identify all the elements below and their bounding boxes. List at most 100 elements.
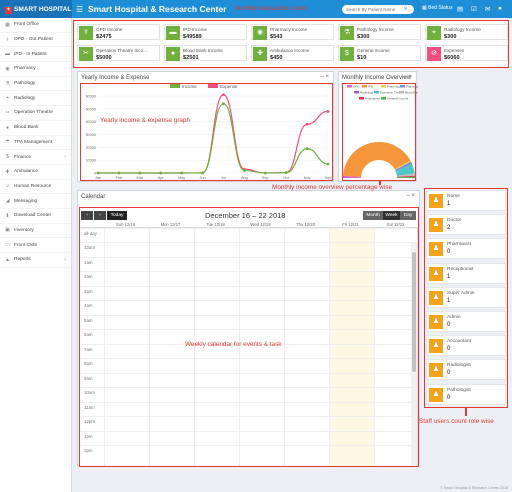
sidebar-item[interactable]: ☂ TPA Management (0, 136, 71, 151)
legend-swatch (374, 91, 379, 94)
income-card[interactable]: ⊘ Expenses $6060 (425, 45, 508, 61)
staff-role: Pharmacist (447, 242, 471, 248)
sidebar-item[interactable]: ✂ Operation Theatre (0, 106, 71, 121)
calendar-time-slot[interactable]: 4am (80, 300, 417, 315)
scrollbar-thumb[interactable] (412, 252, 416, 372)
legend-label: OPD (353, 84, 360, 88)
income-card[interactable]: ● Blood Bank Income $2501 (164, 45, 247, 61)
yearly-panel-tools[interactable]: – × (320, 74, 329, 80)
income-label: Expenses (444, 48, 465, 53)
sidebar-item-label: Operation Theatre (14, 110, 53, 116)
ambulance-icon: ✚ (5, 168, 10, 175)
calendar-prev-button[interactable]: ‹ (81, 211, 93, 220)
staff-role-card[interactable]: ♟ Radiologist 0 (426, 359, 506, 381)
data-point (159, 171, 163, 175)
monthly-panel-tools[interactable]: – × (403, 74, 412, 80)
calendar-time-slot[interactable]: 2am (80, 271, 417, 286)
calendar-time-slot[interactable]: 12am (80, 242, 417, 257)
y-tick-label: 20000 (85, 146, 96, 150)
income-card[interactable]: ✚ Ambulance Income $450 (251, 45, 334, 61)
sidebar-item[interactable]: ☺ Human Resource (0, 180, 71, 195)
calendar-time-slot[interactable]: 3am (80, 285, 417, 301)
income-card[interactable]: ⚗ Pathology Income $300 (338, 24, 421, 40)
sidebar-item[interactable]: ▲ Reports ‹ (0, 253, 71, 268)
yearly-line-chart: Income Expense 0 10000 20000 30000 40000 50000 6… (85, 84, 331, 180)
sidebar-item-label: Messaging (14, 198, 38, 204)
data-point (117, 171, 121, 175)
staff-role-card[interactable]: ♟ Doctor 2 (426, 214, 506, 236)
annotation-calendar: Weekly calendar for events & task (185, 341, 282, 348)
sidebar-item[interactable]: ◉ Pharmacy (0, 62, 71, 77)
staff-role-card[interactable]: ♟ Super Admin 1 (426, 286, 506, 308)
staff-role-card[interactable]: ♟ Pharmacist 0 (426, 238, 506, 260)
sidebar-item-label: Pharmacy (14, 66, 36, 72)
sidebar-item[interactable]: ▣ Inventory (0, 224, 71, 239)
calendar-time-slot[interactable]: 9am (80, 372, 417, 388)
income-card[interactable]: ◉ Pharmacy Income $543 (251, 24, 334, 40)
sidebar-item[interactable]: ▬ IPD - In Patient (0, 47, 71, 63)
calendar-time-slot[interactable]: 5am (80, 314, 417, 330)
sidebar-item[interactable]: ⚕ OPD - Out Patient (0, 33, 71, 48)
income-card[interactable]: ▬ IPD Income $49589 (164, 24, 247, 40)
staff-role: Super Admin (447, 290, 475, 296)
annotation-arrow-staff (465, 408, 467, 416)
calendar-time-slot[interactable]: 10am (80, 387, 417, 402)
data-point (96, 171, 100, 175)
calendar-time-slot[interactable]: 8am (80, 358, 417, 373)
sidebar-item[interactable]: ◢ Messaging (0, 194, 71, 209)
income-card[interactable]: ✂ Operation Theatre Inco... $5000 (77, 45, 160, 61)
time-label: 1pm (84, 433, 93, 439)
income-card[interactable]: $ General Income $10 (338, 45, 421, 61)
calendar-time-slot[interactable]: 12pm (80, 416, 417, 431)
income-card[interactable]: ⌖ Radiology Income $300 (425, 24, 508, 40)
staff-role-card[interactable]: ♟ Admin 0 (426, 311, 506, 332)
legend-swatch (381, 97, 386, 100)
calendar-view-week[interactable]: Week (383, 211, 400, 220)
calendar-next-button[interactable]: › (94, 211, 106, 220)
calendar-view-month[interactable]: Month (363, 211, 383, 220)
menu-toggle-icon[interactable]: ☰ (76, 5, 83, 14)
flask-icon: ⚗ (5, 80, 10, 87)
calendar-today-button[interactable]: Today (107, 211, 127, 220)
data-point (222, 93, 225, 97)
staff-role-card[interactable]: ♟ Nurse 1 (426, 190, 506, 211)
sidebar-item[interactable]: ⚗ Pathology (0, 77, 71, 92)
all-day-row[interactable]: all-day (80, 228, 417, 241)
legend-label: General Income (387, 96, 409, 100)
sidebar-item[interactable]: ▦ Front Office (0, 18, 71, 33)
calendar-time-slot[interactable]: 1am (80, 256, 417, 272)
droplet-icon: ● (166, 47, 180, 61)
data-point (305, 147, 309, 151)
staff-role-card[interactable]: ♟ Accountant 0 (426, 335, 506, 357)
staff-role-card[interactable]: ♟ Receptionist 1 (426, 262, 506, 284)
users-icon: ☺ (4, 183, 11, 190)
bed-status-button[interactable]: ▦ Bed Status (422, 5, 453, 11)
user-icon: ♟ (429, 266, 443, 281)
sidebar-item[interactable]: ▭ Front CMS (0, 238, 71, 253)
calendar-icon[interactable]: ▤ (457, 5, 463, 13)
calendar-scrollbar[interactable] (411, 242, 417, 466)
calendar-time-slot[interactable]: 1pm (80, 430, 417, 446)
user-avatar[interactable]: ● (498, 5, 502, 12)
calendar-panel-tools[interactable]: – × (406, 193, 415, 199)
bed-icon: ▬ (166, 26, 180, 40)
sidebar-item[interactable]: ✚ Ambulance (0, 165, 71, 180)
legend-swatch (381, 85, 386, 88)
calendar-time-slot[interactable]: 11am (80, 401, 417, 417)
sidebar-item[interactable]: $ Finance ‹ (0, 150, 71, 165)
income-card[interactable]: ⚕ OPD Income $2475 (77, 24, 160, 40)
income-value: $2501 (183, 54, 199, 61)
staff-role-card[interactable]: ♟ Pathologist 0 (426, 383, 506, 405)
user-icon: ♟ (429, 290, 443, 305)
calendar-time-slot[interactable]: 2pm (80, 445, 417, 460)
search-icon[interactable]: ⚲ (404, 6, 408, 12)
sidebar-item[interactable]: ● Blood Bank (0, 121, 71, 136)
task-icon[interactable]: ☑ (471, 5, 477, 13)
notification-icon[interactable]: ✉ (485, 5, 490, 13)
logo[interactable]: + SMART HOSPITAL (0, 0, 72, 18)
sidebar-item[interactable]: ⬇ Download Center (0, 209, 71, 224)
calendar-view-day[interactable]: Day (400, 211, 416, 220)
sidebar-item[interactable]: ⌖ Radiology (0, 91, 71, 107)
data-point (201, 171, 204, 175)
income-label: Blood Bank Income (183, 48, 223, 53)
